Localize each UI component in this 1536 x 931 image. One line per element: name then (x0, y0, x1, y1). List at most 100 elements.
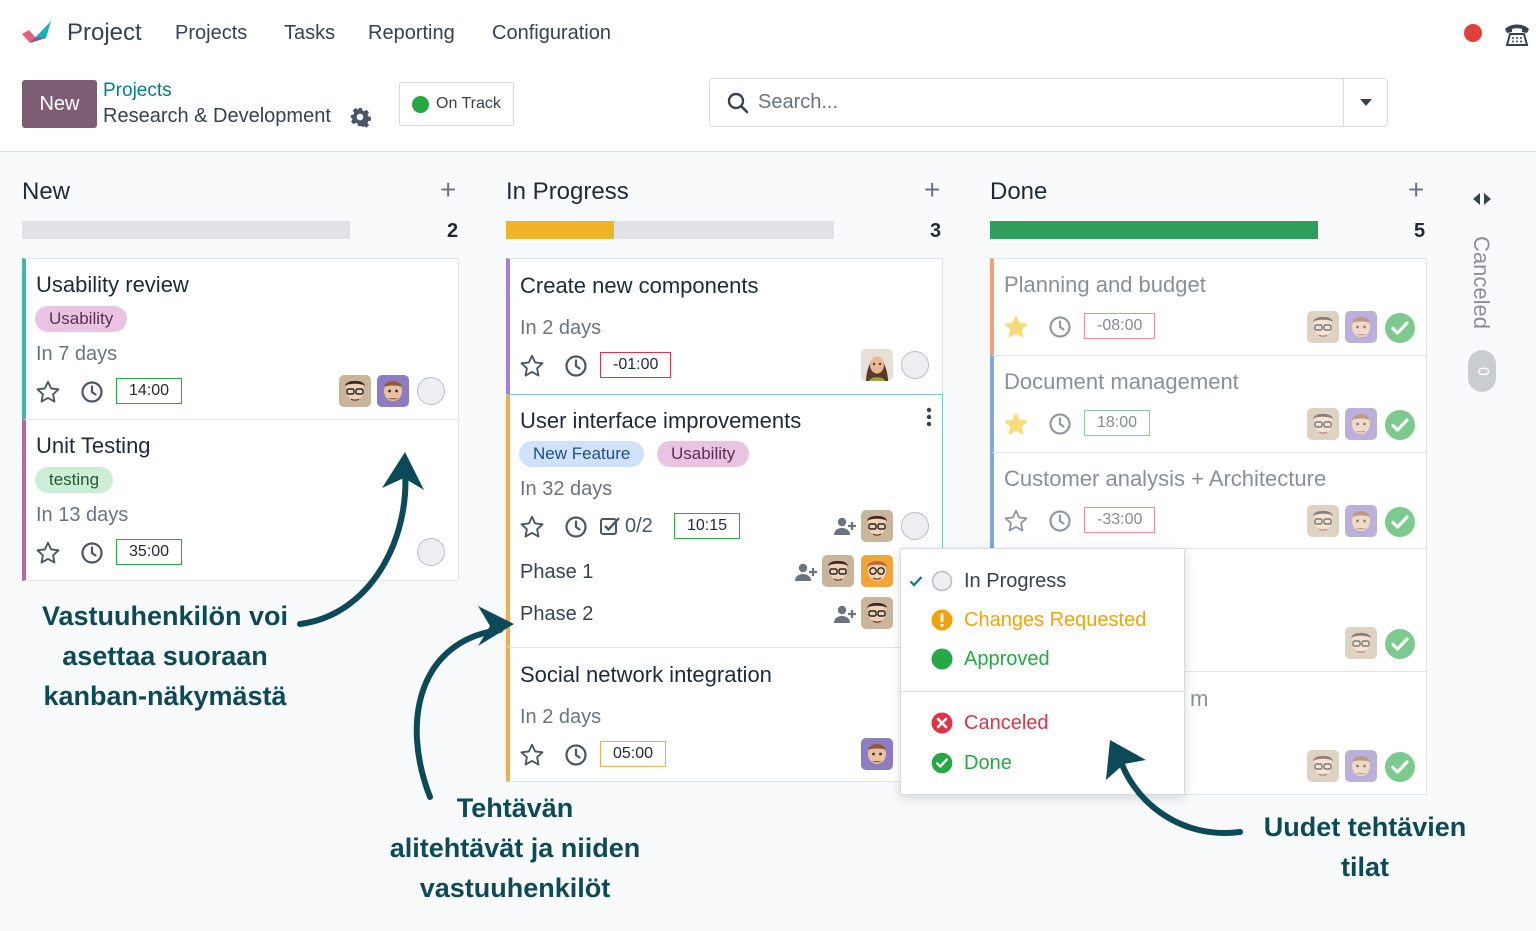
clock-icon[interactable] (1048, 315, 1072, 339)
avatar[interactable] (1345, 505, 1377, 537)
avatar[interactable] (1345, 750, 1377, 782)
menu-tasks[interactable]: Tasks (284, 22, 335, 45)
state-option-changes-requested[interactable]: Changes Requested (901, 602, 1184, 638)
annotation-assignee: Vastuuhenkilön voi asettaa suoraan kanba… (20, 596, 310, 716)
task-card-usability-review[interactable]: Usability review Usability In 7 days 14:… (22, 258, 459, 420)
assign-user-icon[interactable] (794, 562, 818, 582)
avatar[interactable] (1307, 408, 1339, 440)
new-button[interactable]: New (22, 80, 97, 128)
assign-user-icon[interactable] (833, 604, 857, 624)
state-option-approved[interactable]: Approved (901, 641, 1184, 677)
task-state-toggle[interactable] (901, 512, 929, 540)
star-icon[interactable] (35, 540, 61, 566)
menu-projects[interactable]: Projects (175, 22, 247, 45)
star-icon[interactable] (1003, 508, 1029, 534)
task-card-create-new-components[interactable]: Create new components In 2 days -01:00 (506, 258, 943, 395)
warning-icon (931, 609, 953, 631)
star-icon[interactable] (519, 353, 545, 379)
project-logo-icon[interactable] (20, 17, 54, 51)
task-state-toggle[interactable] (901, 351, 929, 379)
menu-configuration[interactable]: Configuration (492, 22, 611, 45)
clock-icon[interactable] (564, 515, 588, 539)
checklist-icon[interactable] (599, 515, 621, 537)
search-options-toggle[interactable] (1343, 79, 1387, 126)
subtask-phase-2[interactable]: Phase 2 (520, 603, 593, 626)
gear-icon[interactable] (349, 106, 371, 128)
breadcrumb-projects-link[interactable]: Projects (103, 80, 172, 102)
clock-icon[interactable] (1048, 412, 1072, 436)
add-task-in-progress-icon[interactable]: + (924, 176, 940, 204)
task-card-user-interface-improvements[interactable]: User interface improvements New Feature … (506, 394, 943, 648)
tag-testing[interactable]: testing (35, 467, 114, 493)
clock-icon[interactable] (564, 354, 588, 378)
search-bar[interactable]: Search... (709, 78, 1388, 127)
avatar[interactable] (1307, 750, 1339, 782)
avatar[interactable] (861, 349, 893, 381)
avatar[interactable] (377, 375, 409, 407)
task-title: Unit Testing (36, 433, 151, 458)
avatar[interactable] (861, 597, 893, 629)
clock-icon[interactable] (564, 743, 588, 767)
task-card-document-management[interactable]: Document management 18:00 (990, 355, 1427, 453)
task-title: Customer analysis + Architecture (1004, 466, 1327, 491)
star-filled-icon[interactable] (1003, 314, 1029, 340)
star-icon[interactable] (519, 742, 545, 768)
column-progress-in-progress[interactable] (506, 221, 834, 239)
subtask-counter[interactable]: 0/2 (625, 515, 653, 538)
avatar[interactable] (1345, 311, 1377, 343)
subtask-phase-1[interactable]: Phase 1 (520, 561, 593, 584)
status-dot-icon (412, 95, 429, 113)
state-option-done[interactable]: Done (901, 745, 1184, 781)
tag-usability[interactable]: Usability (35, 306, 128, 332)
assign-user-icon[interactable] (833, 516, 857, 536)
recording-indicator-icon[interactable] (1464, 24, 1482, 42)
avatar[interactable] (861, 555, 893, 587)
project-status-button[interactable]: On Track (399, 82, 514, 126)
add-task-done-icon[interactable]: + (1408, 176, 1424, 204)
column-progress-new[interactable] (22, 221, 350, 239)
avatar[interactable] (1345, 408, 1377, 440)
task-title: Usability review (36, 272, 189, 297)
state-option-canceled[interactable]: Canceled (901, 705, 1184, 741)
state-circle-icon (931, 570, 953, 592)
done-check-icon[interactable] (1384, 409, 1416, 441)
task-card-customer-analysis[interactable]: Customer analysis + Architecture -33:00 (990, 452, 1427, 549)
clock-icon[interactable] (1048, 509, 1072, 533)
task-state-toggle[interactable] (417, 377, 445, 405)
task-card-unit-testing[interactable]: Unit Testing testing In 13 days 35:00 (22, 419, 459, 581)
app-name[interactable]: Project (67, 19, 142, 47)
avatar[interactable] (1345, 627, 1377, 659)
task-card-planning-and-budget[interactable]: Planning and budget -08:00 (990, 258, 1427, 356)
folded-column-canceled[interactable]: Canceled (1468, 236, 1494, 329)
avatar[interactable] (861, 738, 893, 770)
add-task-new-icon[interactable]: + (440, 176, 456, 204)
avatar[interactable] (1307, 311, 1339, 343)
phone-icon[interactable] (1503, 20, 1531, 48)
state-option-in-progress[interactable]: In Progress (901, 563, 1184, 599)
menu-reporting[interactable]: Reporting (368, 22, 455, 45)
task-state-toggle[interactable] (417, 538, 445, 566)
avatar[interactable] (822, 555, 854, 587)
star-filled-icon[interactable] (1003, 411, 1029, 437)
arrow-to-subtasks (413, 627, 503, 800)
avatar[interactable] (861, 510, 893, 542)
done-check-icon[interactable] (1384, 312, 1416, 344)
done-check-icon[interactable] (1384, 506, 1416, 538)
done-check-icon[interactable] (1384, 751, 1416, 783)
unfold-column-icon[interactable] (1470, 190, 1494, 208)
search-input[interactable]: Search... (758, 91, 838, 114)
star-icon[interactable] (35, 379, 61, 405)
column-progress-done[interactable] (990, 221, 1318, 239)
tag-usability[interactable]: Usability (657, 441, 750, 467)
avatar[interactable] (1307, 505, 1339, 537)
avatar[interactable] (339, 375, 371, 407)
clock-icon[interactable] (80, 380, 104, 404)
clock-icon[interactable] (80, 541, 104, 565)
tag-new-feature[interactable]: New Feature (519, 441, 645, 467)
annotation-line: Uudet tehtävien (1263, 812, 1467, 842)
done-check-icon[interactable] (1384, 628, 1416, 660)
kebab-menu-icon[interactable] (926, 407, 932, 427)
task-card-social-network-integration[interactable]: Social network integration In 2 days 05:… (506, 647, 943, 782)
approved-dot-icon (931, 648, 953, 670)
star-icon[interactable] (519, 514, 545, 540)
